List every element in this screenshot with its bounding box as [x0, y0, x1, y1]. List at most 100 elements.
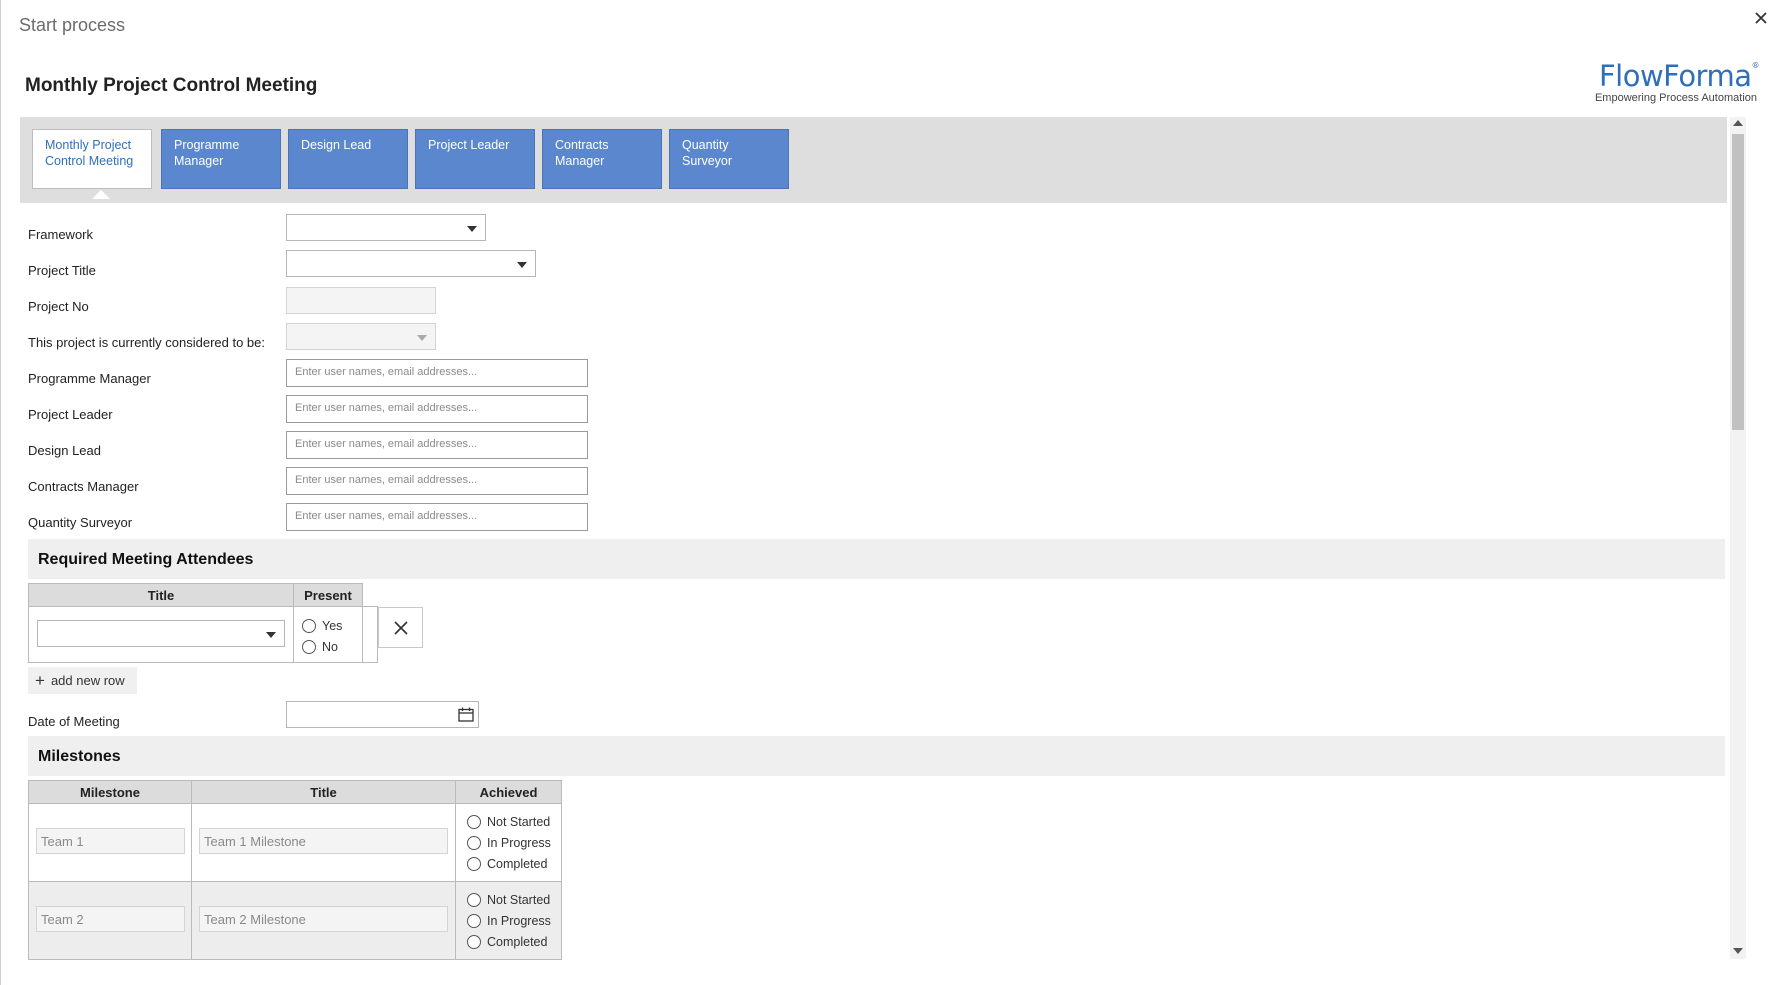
close-button[interactable] — [1751, 8, 1771, 28]
dialog-title: Start process — [19, 15, 126, 35]
design-lead-label: Design Lead — [28, 443, 101, 458]
tab-contracts-manager[interactable]: Contracts Manager — [542, 129, 662, 189]
option-label: Completed — [487, 856, 548, 871]
tab-programme-manager[interactable]: Programme Manager — [161, 129, 281, 189]
tab-label: Design Lead — [301, 138, 372, 152]
framework-label: Framework — [28, 227, 94, 242]
logo-wordmark: FlowForma — [1598, 59, 1752, 93]
scroll-up-arrow-icon[interactable] — [1733, 120, 1743, 126]
option-label: Not Started — [487, 892, 551, 907]
achieved-cell: Not Started In Progress Completed — [455, 881, 562, 960]
tab-label: Quantity Surveyor — [682, 138, 733, 168]
contracts-manager-people-picker[interactable]: Enter user names, email addresses... — [286, 467, 588, 495]
column-header-achieved: Achieved — [455, 780, 562, 804]
achieved-option-completed[interactable]: Completed — [467, 931, 561, 952]
table-row: Team 1 Team 1 Milestone Not Started In P… — [28, 803, 562, 882]
radio-button[interactable] — [302, 618, 316, 633]
quantity-surveyor-label: Quantity Surveyor — [28, 515, 133, 530]
milestone-cell: Team 1 — [28, 803, 192, 882]
column-header-milestone: Milestone — [28, 780, 192, 804]
option-label: In Progress — [487, 835, 551, 850]
option-label: Not Started — [487, 814, 551, 829]
chevron-down-icon — [266, 632, 276, 638]
column-header-title: Title — [28, 583, 294, 607]
tab-quantity-surveyor[interactable]: Quantity Surveyor — [669, 129, 789, 189]
chevron-down-icon — [467, 226, 477, 232]
delete-row-button[interactable] — [378, 607, 423, 648]
active-tab-pointer — [92, 190, 110, 199]
achieved-option-not-started[interactable]: Not Started — [467, 811, 561, 832]
project-title-dropdown[interactable] — [286, 250, 536, 277]
option-label: In Progress — [487, 913, 551, 928]
project-leader-label: Project Leader — [28, 407, 113, 422]
title-cell: Team 1 Milestone — [191, 803, 456, 882]
plus-icon: + — [35, 671, 45, 690]
date-of-meeting-input[interactable] — [286, 701, 479, 728]
table-row: Team 2 Team 2 Milestone Not Started In P… — [28, 881, 562, 960]
close-icon — [1755, 12, 1767, 24]
framework-dropdown[interactable] — [286, 214, 486, 241]
scrollbar-thumb[interactable] — [1732, 134, 1744, 430]
radio-button[interactable] — [467, 835, 481, 850]
add-new-row-button[interactable]: + add new row — [28, 667, 137, 694]
quantity-surveyor-people-picker[interactable]: Enter user names, email addresses... — [286, 503, 588, 531]
logo-tagline: Empowering Process Automation — [1594, 92, 1757, 104]
considered-label: This project is currently considered to … — [28, 335, 265, 350]
tab-design-lead[interactable]: Design Lead — [288, 129, 408, 189]
section-title: Milestones — [38, 748, 121, 765]
milestone-field: Team 2 — [36, 906, 185, 932]
radio-button[interactable] — [302, 639, 316, 654]
date-of-meeting-label: Date of Meeting — [28, 714, 120, 729]
radio-button[interactable] — [467, 892, 481, 907]
section-title: Required Meeting Attendees — [38, 551, 254, 568]
achieved-cell: Not Started In Progress Completed — [455, 803, 562, 882]
present-option-no[interactable]: No — [302, 636, 362, 657]
attendee-title-dropdown[interactable] — [37, 620, 285, 647]
tab-label: Programme Manager — [174, 138, 240, 168]
achieved-option-completed[interactable]: Completed — [467, 853, 561, 874]
close-icon — [394, 621, 408, 635]
chevron-down-icon — [417, 335, 427, 341]
scroll-down-arrow-icon[interactable] — [1733, 948, 1743, 954]
title-cell: Team 2 Milestone — [191, 881, 456, 960]
chevron-down-icon — [517, 262, 527, 268]
radio-button[interactable] — [467, 913, 481, 928]
milestones-section-header: Milestones — [28, 736, 1725, 776]
design-lead-people-picker[interactable]: Enter user names, email addresses... — [286, 431, 588, 459]
actions-cell — [362, 606, 378, 663]
radio-button[interactable] — [467, 934, 481, 949]
present-cell: Yes No — [293, 606, 363, 663]
column-header-title: Title — [191, 780, 456, 804]
milestone-title-field: Team 2 Milestone — [199, 906, 448, 932]
column-header-spacer — [362, 583, 377, 607]
milestone-field: Team 1 — [36, 828, 185, 854]
add-row-label: add new row — [50, 673, 125, 688]
table-row: Yes No — [28, 606, 378, 663]
calendar-icon[interactable] — [458, 707, 474, 722]
present-option-yes[interactable]: Yes — [302, 615, 362, 636]
title-cell — [28, 606, 294, 663]
milestone-title-field: Team 1 Milestone — [199, 828, 448, 854]
milestones-table: Milestone Title Achieved Team 1 Team 1 M… — [28, 780, 562, 960]
tab-bar: Monthly Project Control Meeting Programm… — [20, 117, 1727, 203]
achieved-option-in-progress[interactable]: In Progress — [467, 910, 561, 931]
attendees-table: Title Present Yes No — [28, 583, 378, 663]
logo-registered-mark: ® — [1751, 61, 1760, 70]
option-label: No — [322, 639, 338, 654]
flowforma-logo: FlowForma® Empowering Process Automation — [1579, 59, 1760, 105]
radio-button[interactable] — [467, 856, 481, 871]
tab-label: Contracts Manager — [555, 138, 609, 168]
tab-project-leader[interactable]: Project Leader — [415, 129, 535, 189]
achieved-option-not-started[interactable]: Not Started — [467, 889, 561, 910]
project-leader-people-picker[interactable]: Enter user names, email addresses... — [286, 395, 588, 423]
programme-manager-label: Programme Manager — [28, 371, 151, 386]
achieved-option-in-progress[interactable]: In Progress — [467, 832, 561, 853]
tab-monthly-project-control-meeting[interactable]: Monthly Project Control Meeting — [32, 129, 152, 189]
project-no-label: Project No — [28, 299, 89, 314]
contracts-manager-label: Contracts Manager — [28, 479, 139, 494]
programme-manager-people-picker[interactable]: Enter user names, email addresses... — [286, 359, 588, 387]
column-header-present: Present — [293, 583, 363, 607]
project-title-label: Project Title — [28, 263, 96, 278]
project-no-field — [286, 287, 436, 314]
radio-button[interactable] — [467, 814, 481, 829]
